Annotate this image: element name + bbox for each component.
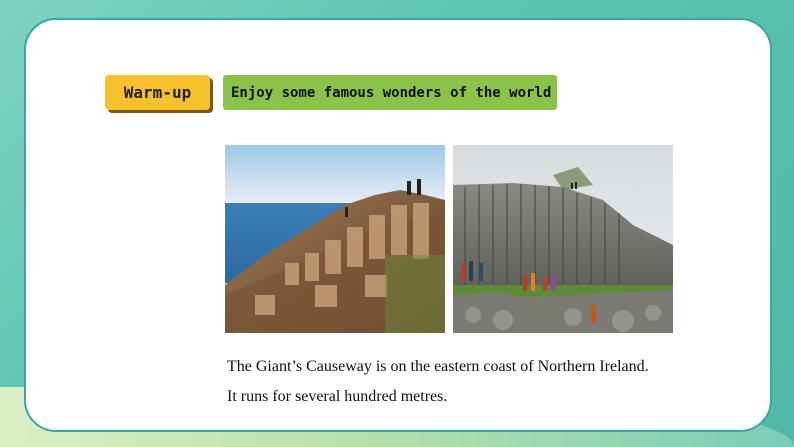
caption-line-2: It runs for several hundred metres. bbox=[227, 388, 448, 405]
warmup-label: Warm-up bbox=[123, 83, 192, 102]
title-tag: Enjoy some famous wonders of the world bbox=[223, 75, 557, 110]
caption-line-1: The Giant’s Causeway is on the eastern c… bbox=[227, 358, 649, 375]
page-title: Enjoy some famous wonders of the world bbox=[231, 84, 552, 101]
coastal-basalt-columns-photo bbox=[225, 145, 445, 333]
warmup-tag: Warm-up bbox=[105, 75, 210, 110]
basalt-cliff-with-visitors-photo bbox=[453, 145, 673, 333]
